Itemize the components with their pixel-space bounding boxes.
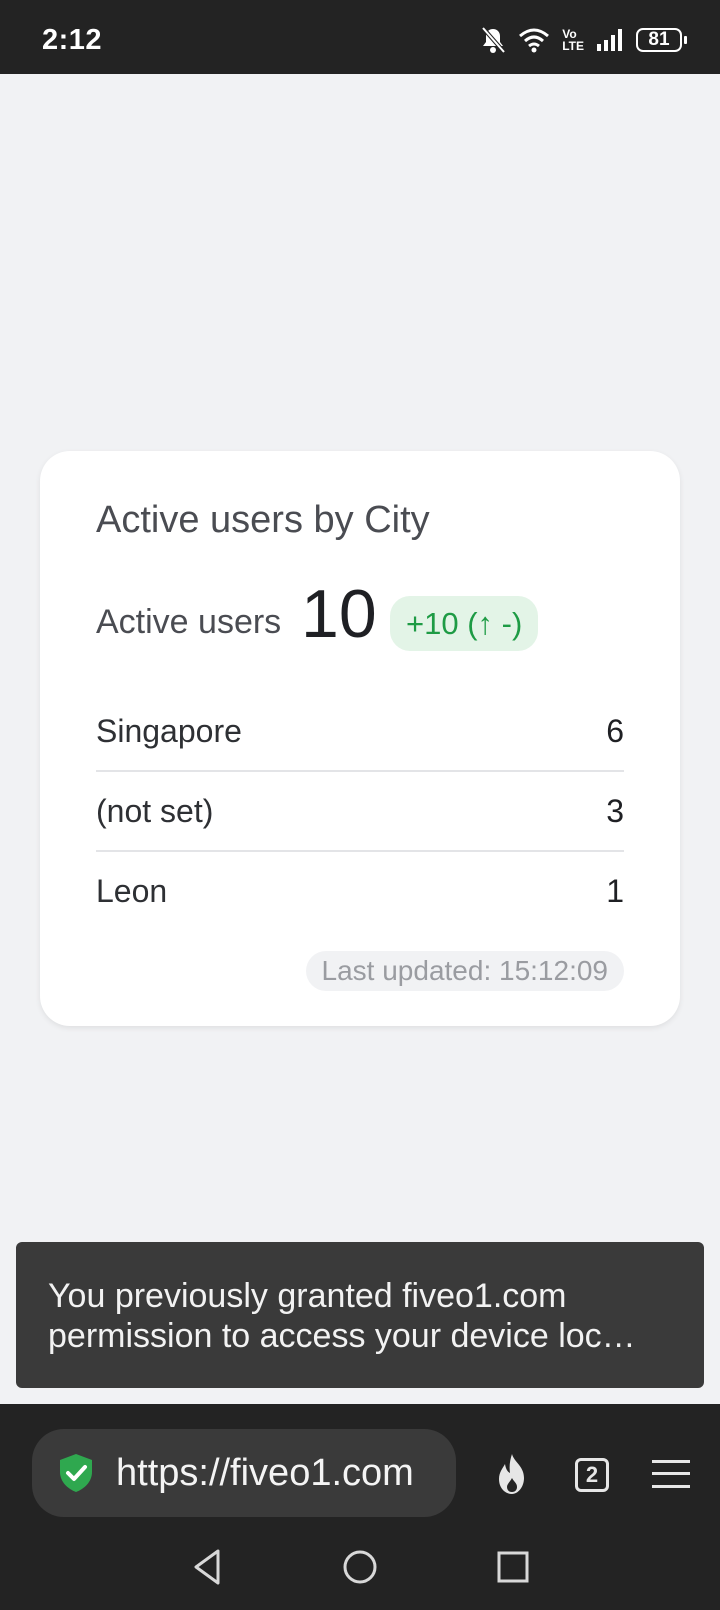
shield-check-icon — [60, 1454, 92, 1492]
system-nav-bar — [0, 1548, 720, 1598]
home-nav-icon[interactable] — [341, 1548, 379, 1586]
url-text: https://fiveo1.com — [116, 1451, 414, 1494]
browser-toolbar: https://fiveo1.com 2 — [0, 1404, 720, 1610]
battery-icon: 81 — [636, 28, 687, 52]
active-users-card: Active users by City Active users 10 +10… — [40, 451, 680, 1026]
url-bar[interactable]: https://fiveo1.com — [32, 1429, 456, 1517]
wifi-icon — [519, 28, 550, 53]
recents-nav-icon[interactable] — [496, 1548, 530, 1586]
tabs-count-button[interactable]: 2 — [575, 1458, 609, 1492]
city-name: Leon — [96, 872, 168, 909]
status-icons: Vo LTE 81 — [480, 24, 687, 56]
volte-indicator: Vo LTE — [562, 28, 584, 52]
flame-icon[interactable] — [492, 1452, 532, 1496]
back-nav-icon[interactable] — [190, 1548, 224, 1586]
last-updated-badge: Last updated: 15:12:09 — [305, 951, 624, 991]
card-title: Active users by City — [96, 499, 430, 541]
signal-icon — [597, 29, 622, 51]
city-value: 6 — [606, 712, 624, 749]
city-name: (not set) — [96, 792, 214, 829]
city-value: 3 — [606, 792, 624, 829]
city-value: 1 — [606, 872, 624, 909]
volte-bottom: LTE — [562, 39, 584, 53]
city-row: Leon 1 — [96, 851, 624, 931]
city-name: Singapore — [96, 712, 242, 749]
status-time: 2:12 — [42, 24, 103, 56]
metric-change-badge: +10 (↑ -) — [390, 596, 539, 651]
bell-off-icon — [481, 26, 506, 54]
menu-icon[interactable] — [652, 1458, 690, 1490]
status-bar: 2:12 Vo LTE 81 — [0, 0, 720, 74]
city-row: Singapore 6 — [96, 691, 624, 771]
metric-value: 10 — [301, 576, 377, 652]
metric-label: Active users — [96, 603, 282, 641]
city-row: (not set) 3 — [96, 771, 624, 851]
location-permission-snackbar[interactable]: You previously granted fiveo1.com permis… — [16, 1242, 704, 1388]
